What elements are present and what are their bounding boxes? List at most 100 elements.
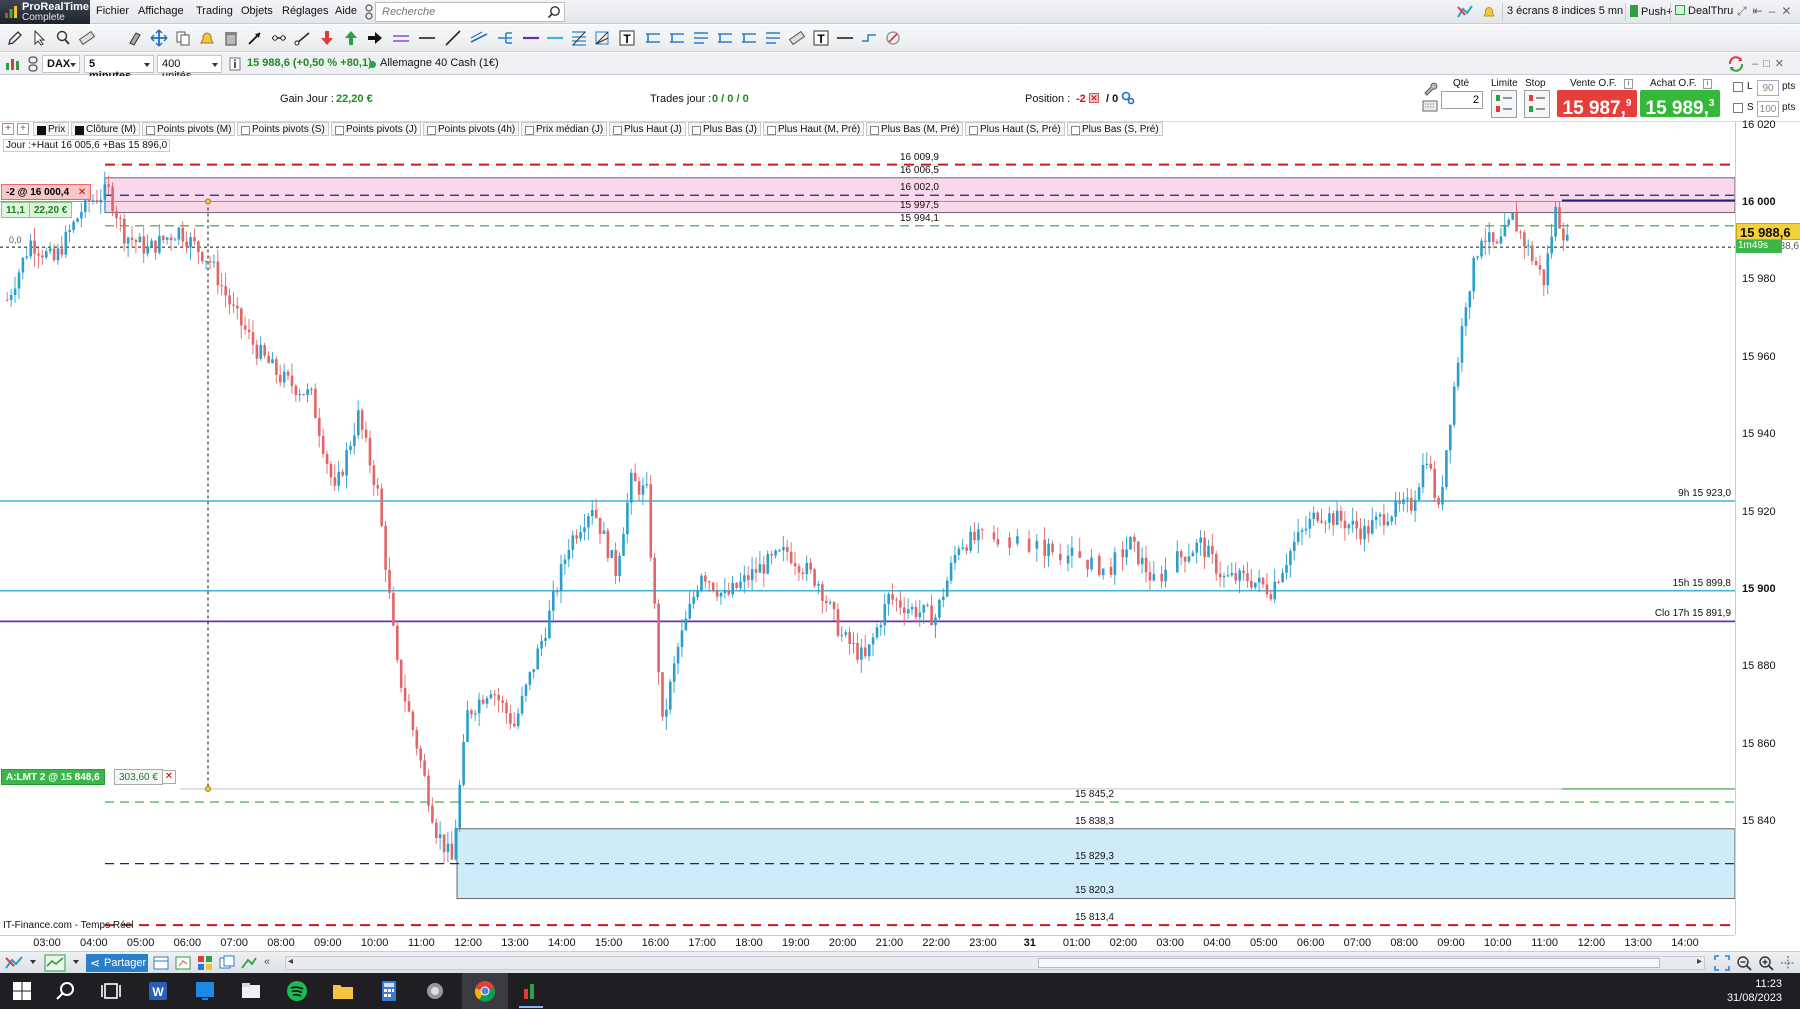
channel-3-icon[interactable]	[764, 29, 782, 47]
delete-drawings-icon[interactable]	[884, 29, 902, 47]
chart-canvas[interactable]	[0, 131, 1736, 935]
ruler-2-icon[interactable]	[788, 29, 806, 47]
link-icon[interactable]	[365, 4, 373, 20]
cyan-line-icon[interactable]	[546, 29, 564, 47]
close-chart-icon[interactable]: ✕	[1775, 58, 1789, 70]
detach-icon[interactable]: ⤢	[1737, 4, 1753, 18]
search-box[interactable]	[375, 2, 565, 22]
sell-info-icon[interactable]: i	[1624, 79, 1633, 89]
position-settings-icon[interactable]	[1121, 91, 1135, 105]
time-axis[interactable]: 03:00 04:00 05:00 06:00 07:00 08:00 09:00 10:00…	[0, 935, 1735, 951]
windows-icon[interactable]	[218, 954, 236, 972]
chart-type-chevron[interactable]	[73, 960, 79, 964]
menu-reglages[interactable]: Réglages	[282, 5, 328, 17]
oblique-line-icon[interactable]	[444, 29, 462, 47]
range-3-icon[interactable]	[716, 29, 734, 47]
cancel-limit-order-icon[interactable]: ✕	[162, 770, 176, 784]
instrument-icon[interactable]	[5, 56, 21, 72]
segment-icon[interactable]	[270, 29, 288, 47]
horizontal-line-icon[interactable]	[418, 29, 436, 47]
indicator-toggle[interactable]: Clôture (M)	[71, 122, 141, 136]
parallel-lines-icon[interactable]	[392, 29, 410, 47]
cursor-icon[interactable]	[30, 29, 48, 47]
symbol-select[interactable]: DAX	[42, 55, 80, 73]
price-chart[interactable]: Jour :+Haut 16 005,6 +Bas 15 896,0 -2 @ …	[0, 131, 1736, 935]
scroll-right-icon[interactable]: ▸	[1697, 956, 1702, 967]
buy-info-icon[interactable]: i	[1703, 79, 1712, 89]
file-explorer-icon[interactable]	[239, 979, 263, 1003]
menu-aide[interactable]: Aide	[335, 5, 357, 17]
range-icon[interactable]	[644, 29, 662, 47]
indicator-toggle[interactable]: Prix médian (J)	[521, 122, 608, 136]
channel-icon[interactable]	[470, 29, 488, 47]
fibonacci-icon[interactable]	[570, 29, 588, 47]
screen-icon[interactable]	[174, 954, 192, 972]
alert-bell-icon[interactable]	[1481, 4, 1497, 20]
market-icon[interactable]	[1456, 3, 1474, 21]
zoom-out-icon[interactable]	[1735, 954, 1753, 972]
chrome-icon[interactable]	[473, 979, 497, 1003]
indicator-toggle[interactable]: Plus Bas (M, Pré)	[866, 122, 964, 136]
limit-order-tag[interactable]: A:LMT 2 @ 15 848,6	[1, 769, 105, 785]
layout-icon[interactable]	[152, 954, 170, 972]
scroll-left-icon[interactable]: ◂	[288, 956, 293, 967]
prorealtime-taskbar-icon[interactable]	[519, 979, 543, 1003]
measure-icon[interactable]	[860, 29, 878, 47]
indicator-toggle[interactable]: Points pivots (4h)	[423, 122, 520, 136]
crosshair-icon[interactable]	[1779, 954, 1797, 972]
share-button[interactable]: ⋖ Partager	[86, 954, 148, 972]
bell-icon[interactable]	[198, 29, 216, 47]
short-order-tag[interactable]: -2 @ 16 000,4 ✕	[1, 184, 92, 200]
wrench-icon[interactable]	[1422, 80, 1438, 96]
gann-icon[interactable]	[594, 29, 612, 47]
trash-icon[interactable]	[222, 29, 240, 47]
stop-order-button[interactable]	[1524, 90, 1550, 118]
taskbar-search-icon[interactable]	[54, 979, 78, 1003]
mixer-icon[interactable]	[423, 979, 447, 1003]
trend-line-icon[interactable]	[294, 29, 312, 47]
indicator-toggle[interactable]: Points pivots (M)	[142, 122, 236, 136]
scroll-rewind-icon[interactable]: «	[264, 956, 270, 968]
zoom-icon[interactable]	[54, 29, 72, 47]
green-arrow-up-icon[interactable]	[342, 29, 360, 47]
indicator-toggle[interactable]: Plus Haut (S, Pré)	[965, 122, 1065, 136]
price-axis[interactable]: 16 020 16 000 15 980 15 960 15 940 15 920 15 9…	[1735, 119, 1800, 935]
units-select[interactable]: 400 unités	[157, 55, 222, 82]
arrow-line-icon[interactable]	[246, 29, 264, 47]
red-arrow-down-icon[interactable]	[318, 29, 336, 47]
scrollbar-thumb[interactable]	[1038, 958, 1660, 968]
task-view-icon[interactable]	[99, 979, 123, 1003]
folder-icon[interactable]	[331, 979, 355, 1003]
pencil-icon[interactable]	[6, 29, 24, 47]
multi-chart-icon[interactable]	[196, 954, 214, 972]
windows-start-icon[interactable]	[10, 979, 34, 1003]
limit-pts-checkbox[interactable]	[1733, 82, 1743, 92]
time-scrollbar[interactable]: ◂ ▸	[285, 956, 1705, 970]
indicator-settings-icon[interactable]: +	[17, 123, 29, 135]
timeframe-select[interactable]: 5 minutes	[84, 55, 154, 82]
close-window-icon[interactable]: ✕	[1781, 4, 1797, 18]
limit-pts-input[interactable]	[1757, 80, 1779, 96]
limit-order-button[interactable]	[1491, 90, 1517, 118]
menu-trading[interactable]: Trading	[196, 5, 233, 17]
indicator-toggle[interactable]: Prix	[33, 122, 70, 136]
channel-2-icon[interactable]	[692, 29, 710, 47]
move-icon[interactable]	[150, 29, 168, 47]
maximize-chart-icon[interactable]: □	[1763, 58, 1775, 70]
zoom-in-icon[interactable]	[1757, 954, 1775, 972]
cancel-short-order-icon[interactable]: ✕	[78, 187, 86, 198]
menu-objets[interactable]: Objets	[241, 5, 273, 17]
text-2-icon[interactable]: T	[812, 29, 830, 47]
menu-fichier[interactable]: Fichier	[96, 5, 129, 17]
menu-affichage[interactable]: Affichage	[138, 5, 184, 17]
screens-menu[interactable]: 3 écrans 8 indices 5 mn	[1502, 3, 1627, 21]
indicator-toggle[interactable]: Plus Bas (S, Pré)	[1067, 122, 1163, 136]
spotify-icon[interactable]	[285, 979, 309, 1003]
range-2-icon[interactable]	[668, 29, 686, 47]
fork-icon[interactable]	[496, 29, 514, 47]
dealthru-menu[interactable]: DealThru	[1670, 3, 1737, 21]
copy-icon[interactable]	[174, 29, 192, 47]
system-clock[interactable]: 11:23 31/08/2023	[1727, 977, 1782, 1005]
stop-pts-checkbox[interactable]	[1733, 103, 1743, 113]
word-icon[interactable]: W	[146, 979, 170, 1003]
